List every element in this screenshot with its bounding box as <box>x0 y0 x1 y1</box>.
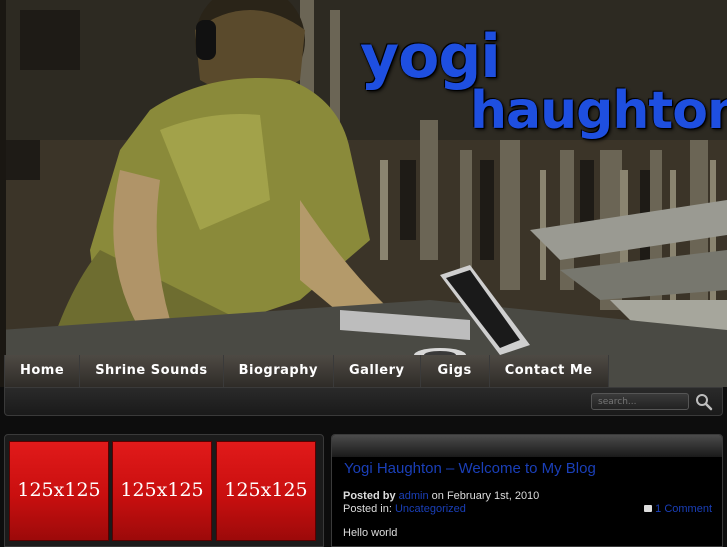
search-input[interactable] <box>591 393 689 410</box>
post-category-line: Posted in: Uncategorized <box>343 503 466 515</box>
main-navigation: Home Shrine Sounds Biography Gallery Gig… <box>4 355 609 387</box>
magnifier-icon[interactable] <box>695 393 713 411</box>
nav-item-contact-me[interactable]: Contact Me <box>489 355 609 387</box>
ad-banner-2[interactable]: 125x125 <box>112 441 212 541</box>
author-link[interactable]: admin <box>399 490 429 502</box>
search-bar <box>4 387 723 416</box>
nav-item-gallery[interactable]: Gallery <box>333 355 421 387</box>
posted-by-label: Posted by <box>343 490 396 502</box>
post-title-link[interactable]: Yogi Haughton – Welcome to My Blog <box>344 460 596 477</box>
blog-post: Yogi Haughton – Welcome to My Blog Poste… <box>331 434 723 547</box>
nav-item-home[interactable]: Home <box>4 355 81 387</box>
post-date: on February 1st, 2010 <box>431 490 540 502</box>
speech-bubble-icon <box>644 505 653 512</box>
comments-count: 1 Comment <box>655 503 712 515</box>
nav-item-shrine-sounds[interactable]: Shrine Sounds <box>80 355 224 387</box>
posted-in-label: Posted in: <box>343 503 392 515</box>
nav-item-biography[interactable]: Biography <box>223 355 334 387</box>
post-byline: Posted by admin on February 1st, 2010 <box>343 490 539 502</box>
header-banner: yogi haughton <box>0 0 727 387</box>
ad-banner-3[interactable]: 125x125 <box>216 441 316 541</box>
logo-text-haughton: haughton <box>470 81 727 141</box>
ad-banner-1[interactable]: 125x125 <box>9 441 109 541</box>
category-link[interactable]: Uncategorized <box>395 503 466 515</box>
nav-item-gigs[interactable]: Gigs <box>420 355 490 387</box>
post-header-bar <box>332 435 722 457</box>
post-body-text: Hello world <box>343 527 398 539</box>
ad-panel: 125x125 125x125 125x125 <box>4 434 324 547</box>
comments-link[interactable]: 1 Comment <box>644 503 712 515</box>
